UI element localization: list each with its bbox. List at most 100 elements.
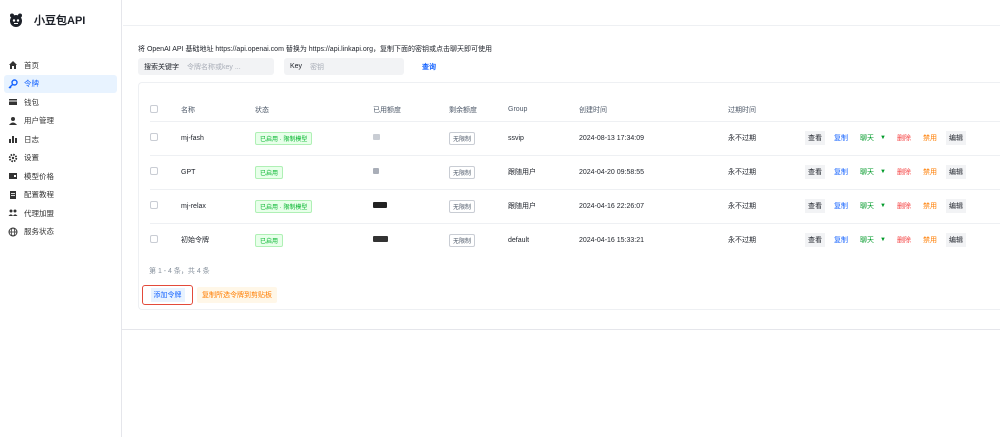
sidebar-nav: 首页 令牌 钱包 用户管理 日志 设置 模型价格 配置教程 代理加盟 服务状态 (0, 56, 121, 241)
token-name: mj-fash (181, 120, 255, 155)
copy-selected-tokens-button[interactable]: 复制所选令牌到剪贴板 (197, 287, 277, 303)
expire-time: 永不过期 (728, 222, 805, 257)
column-header[interactable]: 已用额度 (373, 99, 449, 121)
api-notice: 将 OpenAI API 基础地址 https://api.openai.com… (138, 46, 492, 53)
expire-time: 永不过期 (728, 154, 805, 189)
disable-button[interactable]: 禁用 (920, 233, 940, 247)
used-quota-redacted (373, 202, 387, 208)
row-actions: 查看 复制 聊天 ▼ 删除 禁用 编辑 (805, 199, 1000, 213)
table-row[interactable]: GPT 已启用 无限制 跟随用户 2024-04-20 09:58:55 永不过… (150, 154, 1000, 189)
add-token-label: 添加令牌 (150, 288, 185, 302)
sidebar-item-status[interactable]: 服务状态 (0, 223, 121, 242)
token-name: 初始令牌 (181, 222, 255, 257)
sidebar-item-label: 设置 (24, 153, 39, 163)
sidebar-item-tutorial[interactable]: 配置教程 (0, 186, 121, 205)
disable-button[interactable]: 禁用 (920, 131, 940, 145)
view-button[interactable]: 查看 (805, 131, 825, 145)
token-name: GPT (181, 154, 255, 189)
select-all-checkbox[interactable] (150, 104, 158, 113)
search-bar: 搜索关键字 令牌名称或key ... Key 密钥 查询 (138, 58, 444, 75)
view-button[interactable]: 查看 (805, 199, 825, 213)
sidebar-item-label: 配置教程 (24, 190, 54, 200)
sidebar-item-label: 模型价格 (24, 171, 54, 181)
status-badge: 已启用 (255, 165, 284, 179)
column-header[interactable]: Group (508, 99, 579, 121)
sidebar-item-wallet[interactable]: 钱包 (0, 93, 121, 112)
view-button[interactable]: 查看 (805, 165, 825, 179)
row-checkbox[interactable] (150, 133, 158, 141)
created-time: 2024-04-16 22:26:07 (579, 188, 728, 223)
copy-button[interactable]: 复制 (831, 199, 851, 213)
sidebar-item-users[interactable]: 用户管理 (0, 112, 121, 131)
group-cell: default (508, 222, 579, 257)
chat-button[interactable]: 聊天 (857, 165, 877, 179)
token-name: mj-relax (181, 188, 255, 223)
sidebar-item-label: 钱包 (24, 97, 39, 107)
chat-button[interactable]: 聊天 (857, 131, 877, 145)
price-icon (8, 171, 18, 181)
pagination-info: 第 1 - 4 条，共 4 条 (149, 268, 210, 275)
user-icon (8, 116, 18, 126)
group-cell: 跟随用户 (508, 188, 579, 223)
add-token-button[interactable]: 添加令牌 (142, 285, 193, 305)
used-quota-redacted (373, 236, 388, 243)
column-header[interactable]: 剩余额度 (449, 99, 508, 121)
used-quota-redacted (373, 134, 380, 140)
disable-button[interactable]: 禁用 (920, 165, 940, 179)
used-quota-redacted (373, 168, 379, 174)
created-time: 2024-04-20 09:58:55 (579, 154, 728, 189)
chat-dropdown-icon[interactable]: ▼ (877, 235, 889, 245)
copy-button[interactable]: 复制 (831, 233, 851, 247)
sidebar-item-logs[interactable]: 日志 (0, 130, 121, 149)
delete-button[interactable]: 删除 (894, 199, 914, 213)
remaining-quota-badge: 无限制 (449, 165, 476, 179)
table-row[interactable]: mj-fash 已启用 · 限制模型 无限制 ssvip 2024-08-13 … (150, 120, 1000, 155)
status-badge: 已启用 · 限制模型 (255, 199, 313, 213)
delete-button[interactable]: 删除 (894, 165, 914, 179)
chat-dropdown-icon[interactable]: ▼ (877, 201, 889, 211)
column-header[interactable]: 过期时间 (728, 99, 805, 121)
chat-button[interactable]: 聊天 (857, 199, 877, 213)
edit-button[interactable]: 编辑 (945, 233, 966, 248)
chat-dropdown-icon[interactable]: ▼ (877, 133, 889, 143)
column-header[interactable]: 创建时间 (579, 99, 728, 121)
status-badge: 已启用 · 限制模型 (255, 131, 313, 145)
sidebar-item-agency[interactable]: 代理加盟 (0, 204, 121, 223)
column-header[interactable]: 名称 (181, 99, 255, 121)
disable-button[interactable]: 禁用 (920, 199, 940, 213)
column-header[interactable]: 状态 (255, 99, 373, 121)
sidebar-item-label: 首页 (24, 60, 39, 70)
delete-button[interactable]: 删除 (894, 233, 914, 247)
keyword-label: 搜索关键字 (144, 63, 179, 71)
status-badge: 已启用 (255, 233, 284, 247)
view-button[interactable]: 查看 (805, 233, 825, 248)
copy-button[interactable]: 复制 (831, 165, 851, 179)
sidebar-item-tokens[interactable]: 令牌 (4, 74, 117, 93)
keyword-search-input[interactable]: 搜索关键字 令牌名称或key ... (138, 58, 274, 75)
delete-button[interactable]: 删除 (894, 131, 914, 145)
app-root: 小豆包API 首页 令牌 钱包 用户管理 日志 设置 模型价格 配置教程 代理加… (0, 0, 1000, 437)
sidebar-item-pricing[interactable]: 模型价格 (0, 167, 121, 186)
wallet-icon (8, 97, 18, 107)
keyword-placeholder: 令牌名称或key ... (187, 63, 241, 71)
key-search-input[interactable]: Key 密钥 (284, 58, 404, 75)
brand[interactable]: 小豆包API (8, 12, 85, 28)
copy-button[interactable]: 复制 (831, 131, 851, 145)
sidebar-item-home[interactable]: 首页 (0, 56, 121, 75)
team-icon (8, 208, 18, 218)
table-row[interactable]: mj-relax 已启用 · 限制模型 无限制 跟随用户 2024-04-16 … (150, 188, 1000, 223)
edit-button[interactable]: 编辑 (945, 131, 966, 145)
sidebar-item-label: 代理加盟 (24, 208, 54, 218)
logo-icon (10, 13, 22, 27)
chat-dropdown-icon[interactable]: ▼ (877, 167, 889, 177)
edit-button[interactable]: 编辑 (945, 165, 966, 179)
sidebar-item-settings[interactable]: 设置 (0, 149, 121, 168)
row-checkbox[interactable] (150, 235, 158, 244)
row-checkbox[interactable] (150, 201, 158, 209)
table-row[interactable]: 初始令牌 已启用 无限制 default 2024-04-16 15:33:21… (150, 222, 1000, 257)
edit-button[interactable]: 编辑 (945, 199, 966, 213)
expire-time: 永不过期 (728, 120, 805, 155)
row-checkbox[interactable] (150, 167, 158, 175)
chat-button[interactable]: 聊天 (857, 233, 877, 247)
query-button[interactable]: 查询 (414, 62, 444, 72)
